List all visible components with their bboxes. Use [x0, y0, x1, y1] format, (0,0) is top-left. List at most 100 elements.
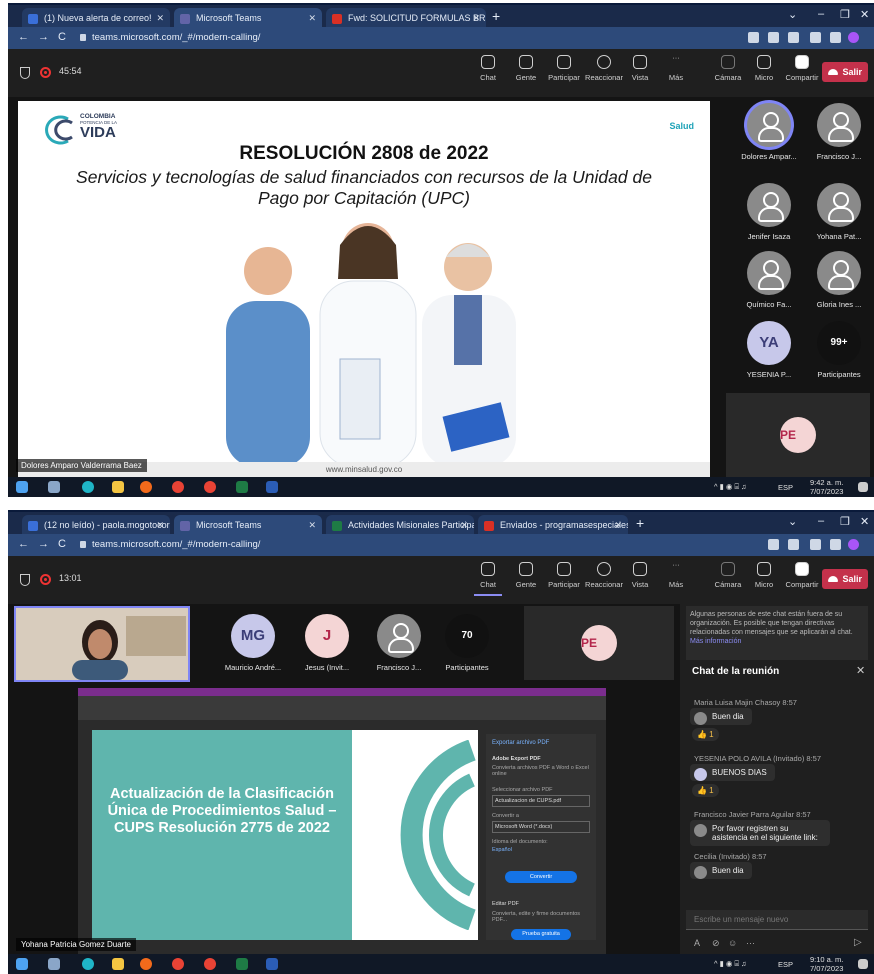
leave-button[interactable]: Salir	[822, 62, 868, 82]
tray-icons[interactable]: ^ ▮ ◉ ⌸ ♫	[714, 959, 747, 969]
close-tab-icon[interactable]: ✕	[614, 515, 622, 536]
language-indicator[interactable]: ESP	[778, 960, 793, 969]
format-icon[interactable]: A	[694, 938, 700, 948]
format-select[interactable]: Microsoft Word (*.docx)	[492, 821, 590, 833]
maximize-icon[interactable]: ❐	[840, 515, 850, 528]
file-explorer-icon[interactable]	[112, 958, 124, 970]
mic-button[interactable]: Micro	[744, 55, 784, 82]
reload-icon[interactable]: C	[58, 538, 66, 550]
minimize-icon[interactable]: –	[818, 515, 824, 527]
view-button[interactable]: Vista	[620, 55, 660, 82]
raise-hand-button[interactable]: Participar	[544, 562, 584, 589]
excel-icon[interactable]	[236, 481, 248, 493]
back-icon[interactable]: ←	[18, 31, 29, 43]
reaction-badge[interactable]: 👍 1	[692, 728, 719, 741]
word-icon[interactable]	[266, 958, 278, 970]
browser-tab-mail[interactable]: (12 no leído) - paola.mogotocoro ✕	[22, 515, 170, 536]
participant-tile[interactable]: Francisco J...	[804, 103, 874, 167]
sidebar-icon[interactable]	[830, 539, 841, 550]
share-icon[interactable]	[788, 539, 799, 550]
camera-indicator-icon[interactable]	[748, 32, 759, 43]
camera-button[interactable]: Cámara	[708, 55, 748, 82]
chrome-icon[interactable]	[172, 481, 184, 493]
new-tab-icon[interactable]: +	[636, 515, 644, 531]
close-tab-icon[interactable]: ✕	[472, 8, 480, 29]
star-icon[interactable]	[810, 539, 821, 550]
participant-tile[interactable]: Dolores Ampar...	[734, 103, 804, 167]
share-screen-button[interactable]: Compartir	[782, 562, 822, 589]
participants-overflow-tile[interactable]: 99+ Participantes	[804, 321, 874, 385]
participant-tile[interactable]: YA YESENIA P...	[734, 321, 804, 385]
tray-icons[interactable]: ^ ▮ ◉ ⌸ ♫	[714, 482, 747, 492]
new-tab-icon[interactable]: +	[492, 8, 500, 24]
firefox-icon[interactable]	[140, 481, 152, 493]
browser-tab-mail[interactable]: (1) Nueva alerta de correo! ✕	[22, 8, 170, 29]
sidebar-icon[interactable]	[830, 32, 841, 43]
camera-button[interactable]: Cámara	[708, 562, 748, 589]
browser-tab-sent[interactable]: Enviados - programasespeciales ✕	[478, 515, 628, 536]
firefox-icon[interactable]	[140, 958, 152, 970]
notification-icon[interactable]	[858, 482, 868, 492]
browser-tab-gmail[interactable]: Fwd: SOLICITUD FORMULAS BRI ✕	[326, 8, 486, 29]
participant-tile[interactable]: J Jesus (Invit...	[292, 614, 362, 678]
tab-search-icon[interactable]: ⌄	[788, 515, 797, 528]
participant-tile[interactable]: Francisco J...	[364, 614, 434, 678]
star-icon[interactable]	[788, 32, 799, 43]
chat-button[interactable]: Chat	[468, 55, 508, 82]
forward-icon[interactable]: →	[38, 31, 49, 43]
word-icon[interactable]	[266, 481, 278, 493]
camera-indicator-icon[interactable]	[768, 539, 779, 550]
chrome-icon[interactable]	[172, 958, 184, 970]
chat-message[interactable]: Buen dia	[690, 862, 752, 879]
participant-tile[interactable]: Yohana Pat...	[804, 183, 874, 247]
more-info-link[interactable]: Más información	[690, 638, 741, 645]
chat-input[interactable]: Escribe un mensaje nuevo	[686, 910, 868, 930]
language-indicator[interactable]: ESP	[778, 483, 793, 492]
edge-icon[interactable]	[82, 481, 94, 493]
browser-tab-teams[interactable]: Microsoft Teams ✕	[174, 8, 322, 29]
more-button[interactable]: ··· Más	[656, 54, 696, 82]
mic-button[interactable]: Micro	[744, 562, 784, 589]
file-field[interactable]: Actualizacion de CUPS.pdf	[492, 795, 590, 807]
chrome-icon[interactable]	[204, 958, 216, 970]
edit-pdf-item[interactable]: Editar PDF	[492, 901, 590, 907]
task-view-icon[interactable]	[48, 958, 60, 970]
back-icon[interactable]: ←	[18, 538, 29, 550]
chat-message[interactable]: Buen dia	[690, 708, 752, 725]
extensions-icon[interactable]	[810, 32, 821, 43]
browser-tab-activities[interactable]: Actividades Misionales Participa ✕	[326, 515, 474, 536]
minimize-icon[interactable]: –	[818, 8, 824, 20]
close-tab-icon[interactable]: ✕	[156, 8, 164, 29]
close-tab-icon[interactable]: ✕	[308, 8, 316, 29]
close-chat-icon[interactable]: ✕	[856, 664, 865, 677]
react-button[interactable]: Reaccionar	[584, 55, 624, 82]
close-tab-icon[interactable]: ✕	[308, 515, 316, 536]
windows-start-icon[interactable]	[16, 481, 28, 493]
close-window-icon[interactable]: ✕	[860, 8, 869, 21]
share-icon[interactable]	[768, 32, 779, 43]
more-button[interactable]: ··· Más	[656, 561, 696, 589]
clock-date[interactable]: 7/07/2023	[810, 487, 843, 496]
free-trial-button[interactable]: Prueba gratuita	[511, 929, 571, 940]
reaction-badge[interactable]: 👍 1	[692, 784, 719, 797]
raise-hand-button[interactable]: Participar	[544, 55, 584, 82]
people-button[interactable]: Gente	[506, 562, 546, 589]
task-view-icon[interactable]	[48, 481, 60, 493]
participant-tile[interactable]: Químico Fa...	[734, 251, 804, 315]
view-button[interactable]: Vista	[620, 562, 660, 589]
reload-icon[interactable]: C	[58, 31, 66, 43]
send-icon[interactable]: ▷	[854, 937, 862, 948]
attach-icon[interactable]: ⊘	[712, 938, 720, 949]
close-window-icon[interactable]: ✕	[860, 515, 869, 528]
profile-icon[interactable]	[848, 539, 859, 550]
chat-message[interactable]: Por favor registren su asistencia en el …	[690, 820, 830, 846]
notification-icon[interactable]	[858, 959, 868, 969]
more-options-icon[interactable]: ···	[746, 938, 755, 948]
windows-start-icon[interactable]	[16, 958, 28, 970]
convert-button[interactable]: Convertir	[505, 871, 577, 883]
participant-tile[interactable]: MG Mauricio André...	[218, 614, 288, 678]
participants-overflow-tile[interactable]: 70 Participantes	[432, 614, 502, 678]
participant-tile[interactable]: Gloria Ines ...	[804, 251, 874, 315]
leave-button[interactable]: Salir	[822, 569, 868, 589]
maximize-icon[interactable]: ❐	[840, 8, 850, 21]
